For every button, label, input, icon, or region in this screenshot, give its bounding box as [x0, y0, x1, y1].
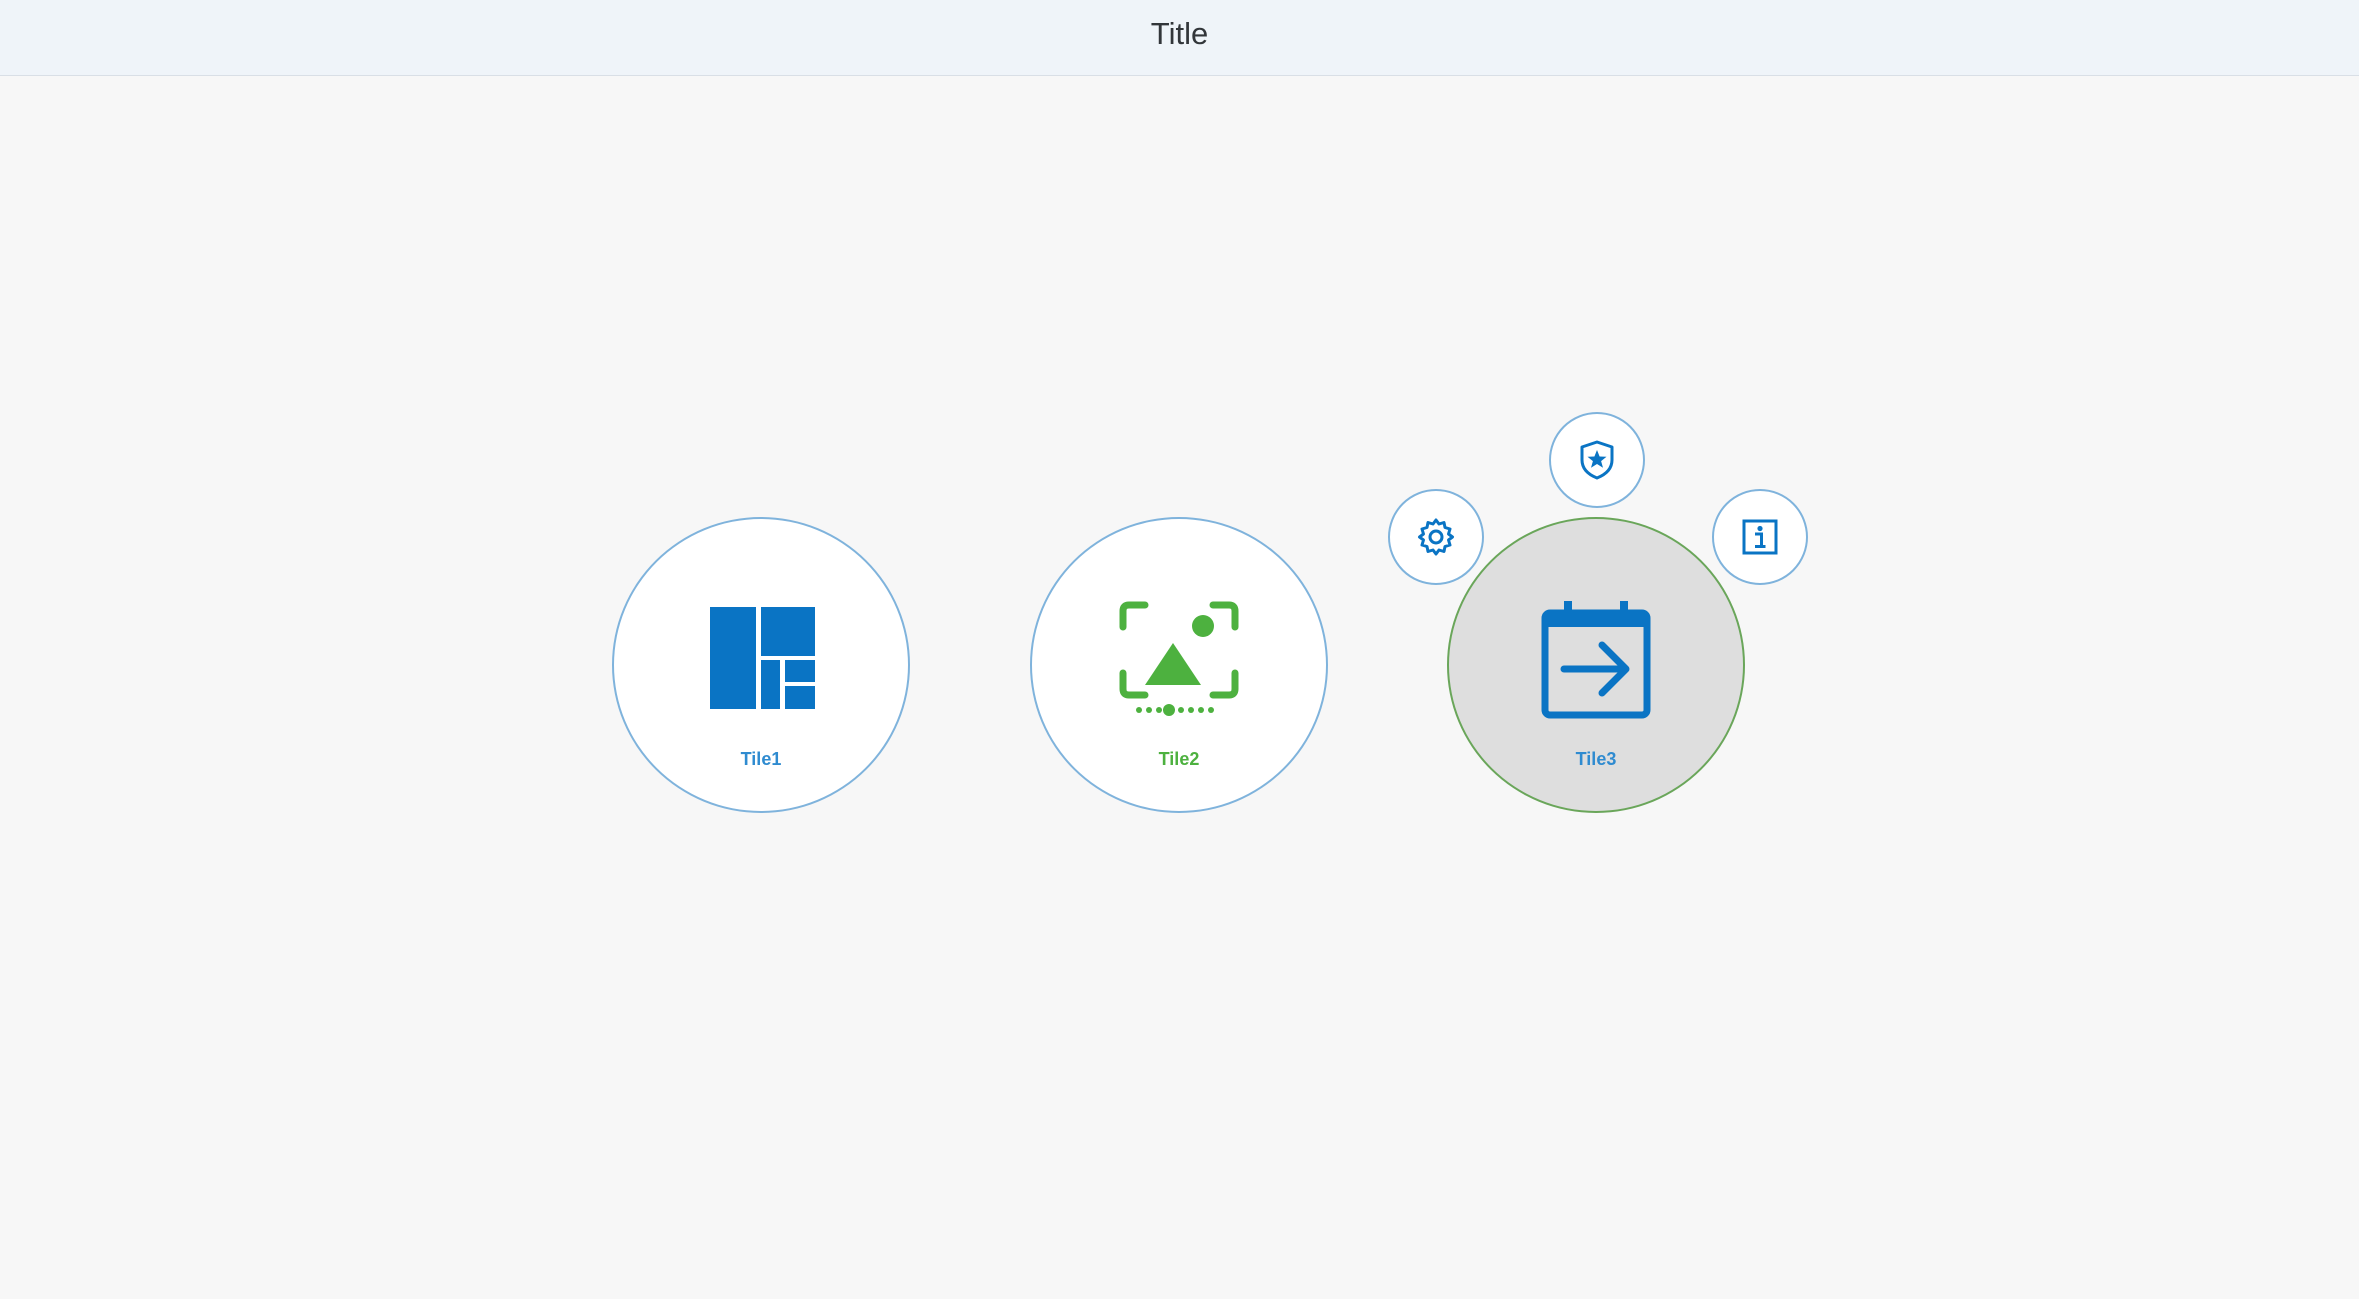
tile-label: Tile1 [740, 749, 782, 769]
calendar-arrow-icon [1541, 601, 1651, 719]
info-button[interactable] [1712, 489, 1808, 585]
settings-button[interactable] [1388, 489, 1484, 585]
tile-2[interactable]: Tile2 [1030, 517, 1328, 813]
page-title: Title [1150, 16, 1209, 51]
image-scan-icon [1119, 601, 1239, 716]
shell-header: Title [0, 0, 2359, 76]
tile-label: Tile2 [1158, 749, 1200, 769]
tile-label: Tile3 [1575, 749, 1617, 769]
tile-3[interactable]: Tile3 [1447, 517, 1745, 813]
favorite-button[interactable] [1549, 412, 1645, 508]
shield-star-icon [1580, 440, 1614, 480]
layout-grid-icon [710, 607, 815, 709]
tile-1[interactable]: Tile1 [612, 517, 910, 813]
info-icon [1742, 519, 1778, 555]
gear-icon [1418, 518, 1454, 556]
